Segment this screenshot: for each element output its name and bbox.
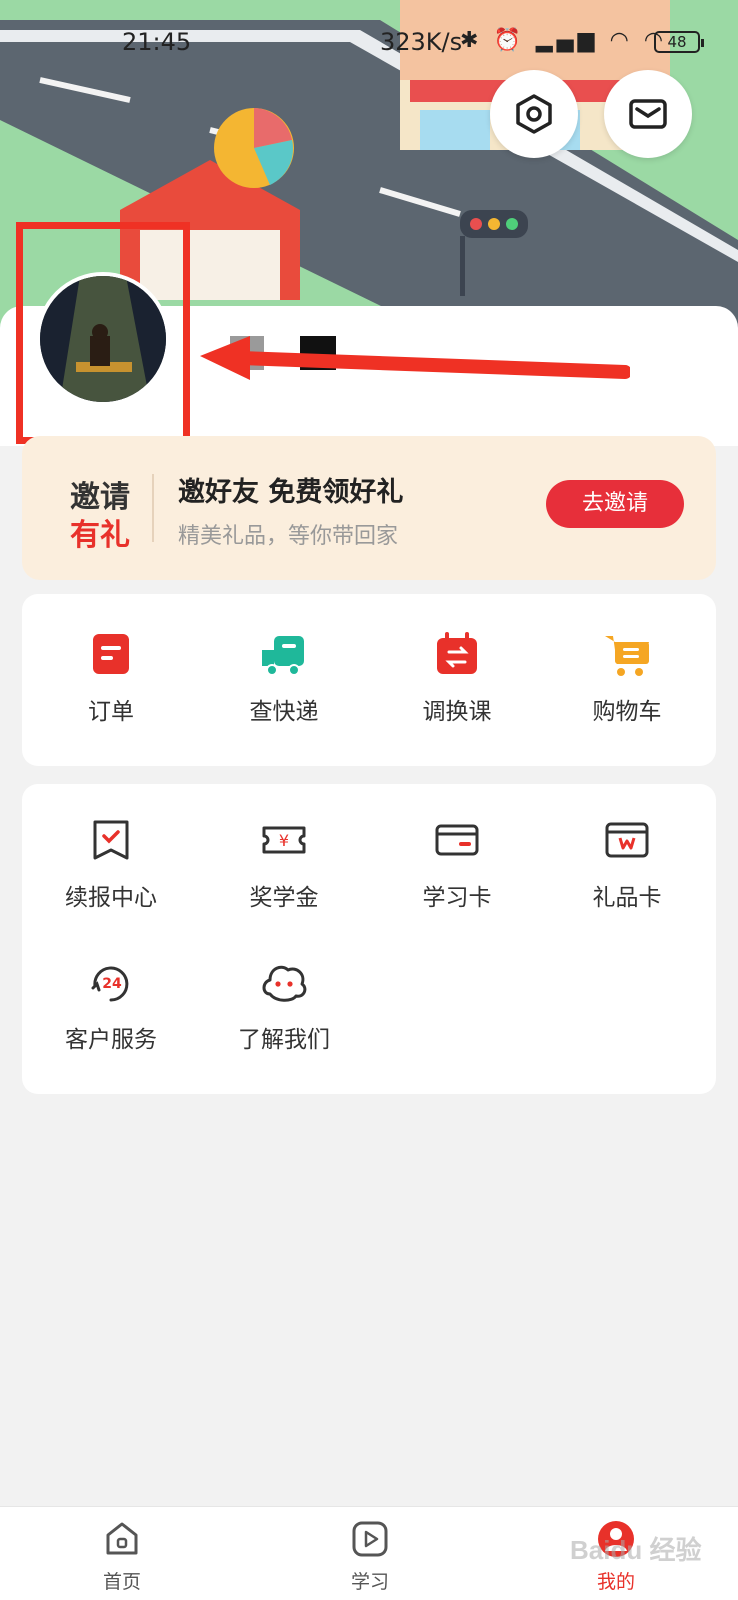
service-label: 了解我们 [238,1027,330,1053]
invite-button[interactable]: 去邀请 [546,480,684,528]
service-gift-card[interactable]: 礼品卡 [552,816,702,912]
tab-study[interactable]: 学习 [310,1519,430,1594]
service-scholarship[interactable]: ¥ 奖学金 [209,816,359,912]
play-icon [352,1521,388,1557]
svg-text:24: 24 [102,976,122,992]
service-label: 礼品卡 [592,885,662,911]
quick-action-label: 调换课 [422,699,492,725]
battery-indicator: 48 [654,31,704,53]
invite-banner[interactable]: 邀请 有礼 邀好友 免费领好礼 精美礼品，等你带回家 去邀请 [22,436,716,580]
service-label: 客户服务 [65,1027,157,1053]
delivery-truck-icon [262,636,304,676]
scholarship-icon: ¥ [262,826,306,854]
study-card-icon [435,824,479,856]
service-label: 学习卡 [422,885,492,911]
bluetooth-icon: ✱ [460,28,483,53]
service-renewal[interactable]: 续报中心 [36,816,186,912]
status-bar: 21:45 323K/s ✱ ⏰ ▂▄▆ ◠ ◠ 48 [0,0,738,80]
quick-actions-card: 订单 查快递 调换课 购物车 [22,594,716,766]
message-button[interactable] [604,70,692,158]
annotation-arrow [200,336,630,380]
watermark: Baidu 经验 [570,1535,702,1565]
service-customer-service[interactable]: 24 客户服务 [36,958,186,1054]
quick-action-label: 购物车 [592,699,662,725]
shopping-cart-icon [605,636,649,676]
invite-divider [152,474,154,542]
quick-action-swap-course[interactable]: 调换课 [382,630,532,726]
svg-text:¥: ¥ [279,831,289,850]
renewal-icon [93,820,129,860]
tab-label: 首页 [102,1571,141,1593]
about-us-icon [262,965,307,1002]
signal-icon: ▂▄▆ [535,28,599,53]
services-card: 续报中心 ¥ 奖学金 学习卡 礼品卡 24 客户服务 了解我们 [22,784,716,1094]
quick-action-delivery[interactable]: 查快递 [209,630,359,726]
network-speed: 323K/s [380,28,463,56]
invite-title: 邀好友 免费领好礼 [178,477,404,508]
tab-label: 我的 [596,1571,635,1593]
service-label: 续报中心 [65,885,157,911]
quick-action-cart[interactable]: 购物车 [552,630,702,726]
alarm-icon: ⏰ [493,28,525,53]
status-icons: ✱ ⏰ ▂▄▆ ◠ ◠ [460,28,667,53]
home-icon [106,1522,138,1555]
hexagon-settings-icon [516,94,552,134]
status-time: 21:45 [122,28,192,56]
settings-button[interactable] [490,70,578,158]
quick-action-order[interactable]: 订单 [36,630,186,726]
gift-card-icon [605,822,649,858]
quick-action-label: 订单 [88,699,134,725]
envelope-icon [629,99,667,129]
service-about-us[interactable]: 了解我们 [209,958,359,1054]
service-study-card[interactable]: 学习卡 [382,816,532,912]
annotation-highlight-box [16,222,190,444]
order-icon [93,634,129,674]
swap-course-icon [437,632,477,674]
service-label: 奖学金 [249,885,319,911]
customer-service-24-icon: 24 [91,966,129,1002]
tab-label: 学习 [350,1571,389,1593]
invite-badge-bottom: 有礼 [70,518,130,553]
tab-home[interactable]: 首页 [62,1519,182,1594]
quick-action-label: 查快递 [249,699,319,725]
wifi-icon: ◠ [609,28,633,53]
invite-subtitle: 精美礼品，等你带回家 [178,524,399,549]
